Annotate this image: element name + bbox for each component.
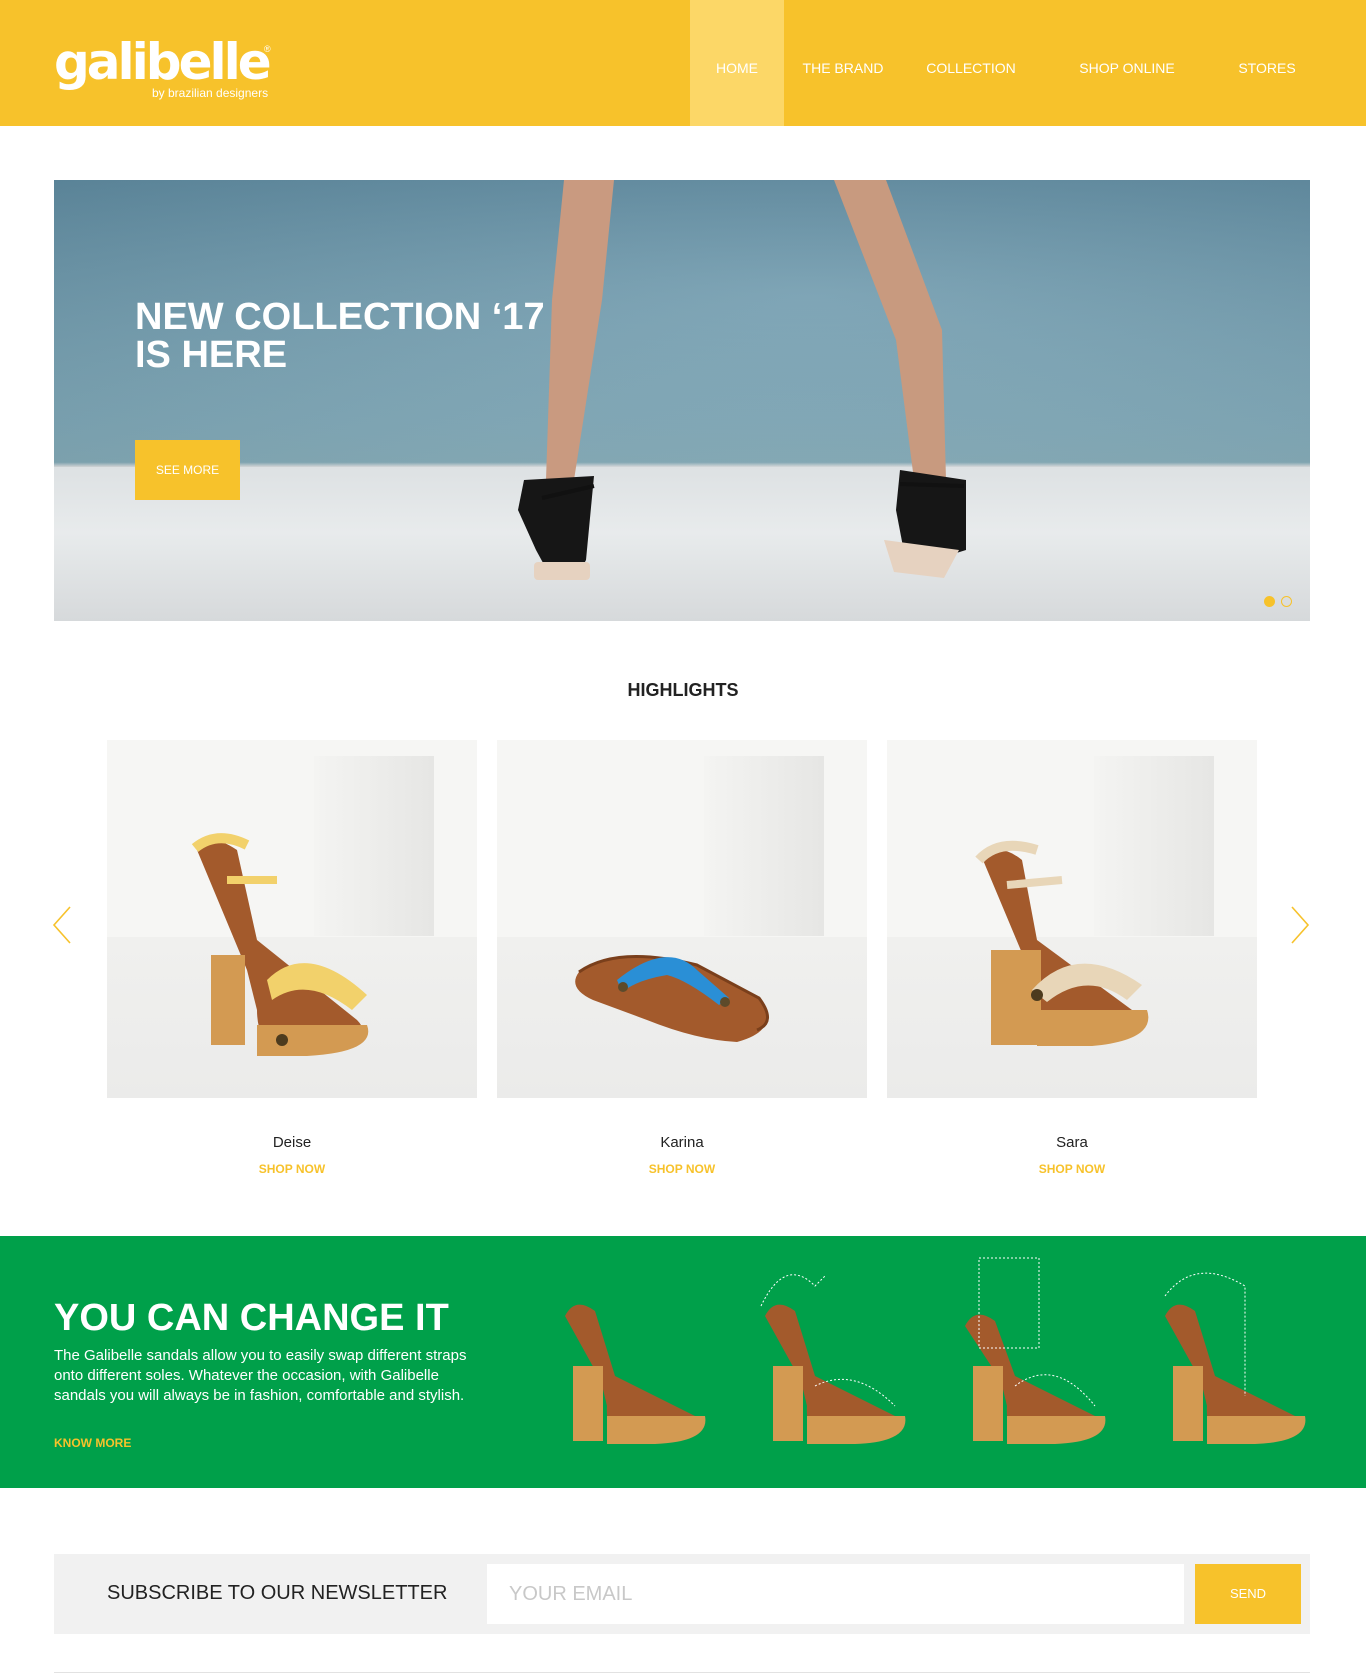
- site-header: galibelle ® by brazilian designers HOME …: [0, 0, 1366, 126]
- logo-registered-mark: ®: [264, 44, 271, 54]
- product-card-karina[interactable]: Karina SHOP NOW: [497, 740, 867, 1176]
- change-it-section: YOU CAN CHANGE IT The Galibelle sandals …: [0, 1236, 1366, 1488]
- see-more-button[interactable]: SEE MORE: [135, 440, 240, 500]
- product-name: Sara: [1056, 1134, 1088, 1151]
- bare-sole-image: [565, 1304, 706, 1444]
- product-image-sara[interactable]: [887, 740, 1257, 1098]
- hero-title: NEW COLLECTION ‘17 IS HERE: [135, 298, 655, 374]
- hero-legs-illustration: [518, 180, 966, 580]
- sole-with-t-strap-image: [1164, 1272, 1306, 1444]
- nav-item-home[interactable]: HOME: [690, 0, 784, 126]
- change-it-description: The Galibelle sandals allow you to easil…: [54, 1347, 467, 1404]
- shop-now-link[interactable]: SHOP NOW: [497, 1162, 867, 1176]
- sole-with-ankle-strap-image: [760, 1274, 906, 1444]
- product-image-karina[interactable]: [497, 740, 867, 1098]
- change-it-title: YOU CAN CHANGE IT: [54, 1297, 449, 1339]
- slider-dot-2[interactable]: [1281, 596, 1292, 607]
- logo-tagline: by brazilian designers: [152, 86, 269, 100]
- product-image-deise[interactable]: [107, 740, 477, 1098]
- flip-flop-image: [575, 954, 769, 1042]
- sole-with-gladiator-strap-image: [965, 1257, 1106, 1444]
- highlights-title: HIGHLIGHTS: [627, 680, 739, 700]
- nav-item-stores[interactable]: STORES: [1214, 0, 1320, 126]
- slider-dot-1[interactable]: [1264, 596, 1275, 607]
- chevron-left-icon[interactable]: [52, 905, 72, 945]
- hero-title-line1: NEW COLLECTION ‘17: [135, 296, 545, 338]
- product-card-deise[interactable]: Deise SHOP NOW: [107, 740, 477, 1176]
- product-card-sara[interactable]: Sara SHOP NOW: [887, 740, 1257, 1176]
- footer-divider: [54, 1672, 1310, 1673]
- heeled-sandal-image: [191, 833, 369, 1056]
- email-input[interactable]: [487, 1564, 1184, 1624]
- send-button[interactable]: SEND: [1195, 1564, 1301, 1624]
- brand-logo[interactable]: galibelle ® by brazilian designers: [54, 33, 274, 102]
- nav-item-collection[interactable]: COLLECTION: [902, 0, 1040, 126]
- know-more-link[interactable]: KNOW MORE: [54, 1436, 131, 1450]
- product-name: Deise: [272, 1134, 312, 1151]
- shop-now-link[interactable]: SHOP NOW: [887, 1162, 1257, 1176]
- hero-title-line2: IS HERE: [135, 334, 288, 376]
- newsletter-label: SUBSCRIBE TO OUR NEWSLETTER: [107, 1582, 448, 1604]
- shop-now-link[interactable]: SHOP NOW: [107, 1162, 477, 1176]
- chevron-right-icon[interactable]: [1290, 905, 1310, 945]
- newsletter-bar: SUBSCRIBE TO OUR NEWSLETTER SEND: [54, 1554, 1310, 1634]
- hero-slider: NEW COLLECTION ‘17 IS HERE SEE MORE: [54, 180, 1310, 621]
- heeled-sandal-image: [975, 840, 1149, 1046]
- nav-item-shop-online[interactable]: SHOP ONLINE: [1040, 0, 1214, 126]
- nav-item-the-brand[interactable]: THE BRAND: [784, 0, 902, 126]
- product-name: Karina: [660, 1134, 704, 1151]
- logo-wordmark: galibelle: [54, 33, 272, 91]
